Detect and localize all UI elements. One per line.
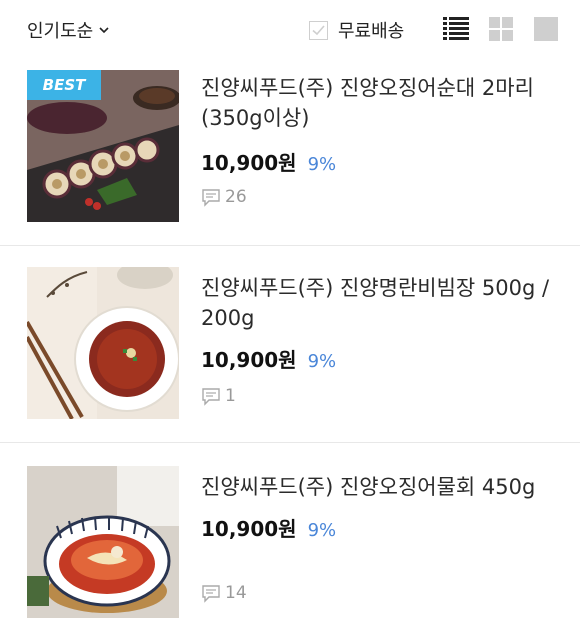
comment-icon [202, 189, 220, 207]
toolbar: 인기도순 무료배송 [0, 0, 580, 58]
squid-mulhoe-photo [27, 466, 179, 618]
discount-rate: 9% [307, 520, 337, 541]
review-count-value: 26 [225, 187, 247, 207]
product-price: 10,900원 [201, 151, 297, 175]
free-shipping-label: 무료배송 [338, 21, 405, 42]
product-image[interactable] [27, 267, 179, 419]
sort-dropdown[interactable]: 인기도순 [27, 17, 110, 43]
product-price: 10,900원 [201, 348, 297, 372]
sort-label: 인기도순 [27, 21, 94, 42]
price-row: 10,900원 9% [201, 344, 336, 373]
best-badge: BEST [27, 70, 101, 100]
single-icon[interactable] [533, 16, 559, 42]
divider [0, 442, 580, 443]
chevron-down-icon [99, 27, 109, 34]
grid-icon[interactable] [488, 16, 514, 42]
review-count-value: 1 [225, 386, 236, 406]
product-image[interactable]: BEST [27, 70, 179, 222]
product-title[interactable]: 진양씨푸드(주) 진양명란비빔장 500g / 200g [201, 273, 556, 333]
review-count[interactable]: 1 [201, 386, 236, 406]
comment-icon [202, 388, 220, 406]
free-shipping-checkbox[interactable] [309, 20, 328, 40]
price-row: 10,900원 9% [201, 513, 336, 542]
review-count-value: 14 [225, 583, 247, 603]
free-shipping-filter[interactable]: 무료배송 [309, 17, 404, 43]
divider [0, 245, 580, 246]
list-detail-icon[interactable] [443, 16, 469, 42]
myeongran-sauce-photo [27, 267, 179, 419]
review-count[interactable]: 14 [201, 583, 247, 603]
product-title[interactable]: 진양씨푸드(주) 진양오징어물회 450g [201, 472, 556, 502]
review-count[interactable]: 26 [201, 187, 247, 207]
discount-rate: 9% [307, 351, 337, 372]
price-row: 10,900원 9% [201, 147, 336, 176]
check-icon [312, 24, 325, 35]
discount-rate: 9% [307, 154, 337, 175]
comment-icon [202, 585, 220, 603]
product-image[interactable] [27, 466, 179, 618]
product-title[interactable]: 진양씨푸드(주) 진양오징어순대 2마리 (350g이상) [201, 73, 556, 133]
product-price: 10,900원 [201, 517, 297, 541]
